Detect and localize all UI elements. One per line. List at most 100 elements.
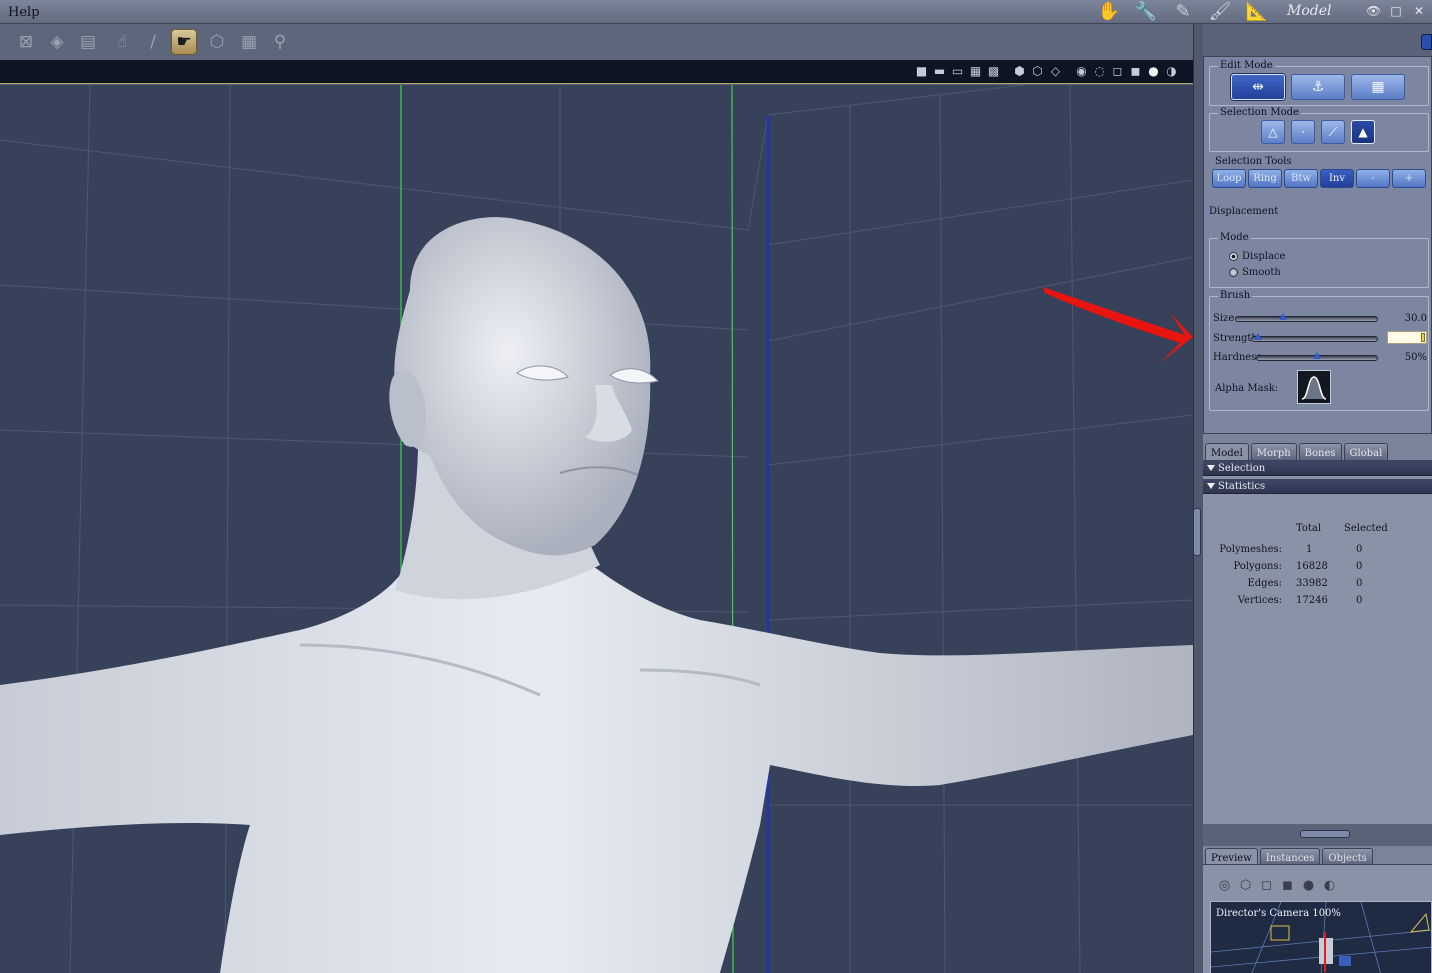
strength-slider-thumb[interactable] bbox=[1254, 333, 1263, 340]
size-slider-thumb[interactable] bbox=[1278, 313, 1287, 320]
panel-collapse-button[interactable] bbox=[1421, 34, 1432, 50]
brush-icon[interactable]: 🖌 bbox=[1205, 1, 1235, 23]
preview-viewport[interactable]: Director's Camera 100% bbox=[1210, 901, 1432, 973]
hand-icon[interactable]: ✋ bbox=[1094, 1, 1124, 23]
dial-icon[interactable]: ⚲ bbox=[268, 30, 292, 54]
strength-value-field[interactable] bbox=[1387, 331, 1427, 344]
ghost-select-icon[interactable]: ⚓ bbox=[1291, 74, 1345, 100]
smooth-radio[interactable] bbox=[1229, 268, 1238, 277]
stat-row-vertices: Vertices: 17246 0 bbox=[1203, 595, 1432, 609]
panel-divider[interactable] bbox=[1203, 824, 1432, 846]
preview-bounding-icon[interactable]: ◎ bbox=[1216, 877, 1233, 894]
stat-selected-header: Selected bbox=[1344, 523, 1388, 534]
displace-label: Displace bbox=[1242, 251, 1286, 262]
layout-grid-icon[interactable]: ▩ bbox=[986, 64, 1001, 79]
clipboard-icon[interactable]: ▤ bbox=[76, 30, 100, 54]
grid-icon[interactable]: ▦ bbox=[237, 30, 261, 54]
stat-selected: 0 bbox=[1356, 578, 1363, 589]
displacement-label: Displacement bbox=[1209, 206, 1279, 217]
select-icon[interactable]: ⊠ bbox=[14, 30, 38, 54]
selection-mode-group: Selection Mode △ · ⟋ ▲ bbox=[1209, 107, 1429, 152]
layout-two-icon[interactable]: ▬ bbox=[932, 64, 947, 79]
alpha-falloff-icon bbox=[1301, 376, 1327, 400]
invert-button[interactable]: Inv bbox=[1320, 169, 1354, 188]
cartoon-icon[interactable]: ◉ bbox=[1074, 64, 1089, 79]
hidden-line-icon[interactable]: ◇ bbox=[1048, 64, 1063, 79]
menu-help[interactable]: Help bbox=[8, 5, 40, 20]
pen-icon[interactable]: ∕ bbox=[141, 30, 165, 54]
smooth-option[interactable]: Smooth bbox=[1229, 267, 1281, 278]
flat-icon[interactable]: ◻ bbox=[1110, 64, 1125, 79]
stat-label: Edges: bbox=[1247, 578, 1282, 589]
vertex-icon[interactable]: · bbox=[1291, 120, 1315, 144]
smooth-icon[interactable]: ◼ bbox=[1128, 64, 1143, 79]
maximize-icon[interactable]: □ bbox=[1389, 4, 1403, 18]
brush-label: Brush bbox=[1218, 290, 1253, 301]
statistics-section-header[interactable]: Statistics bbox=[1203, 479, 1432, 494]
tab-morph[interactable]: Morph bbox=[1250, 443, 1297, 461]
stat-total: 17246 bbox=[1296, 595, 1328, 606]
between-button[interactable]: Btw bbox=[1284, 169, 1318, 188]
pose-icon[interactable]: ☛ bbox=[172, 30, 196, 54]
panel-splitter[interactable] bbox=[1193, 24, 1203, 973]
hardness-label: Hardness bbox=[1213, 352, 1262, 363]
grow-button[interactable]: + bbox=[1392, 169, 1426, 188]
layout-single-icon[interactable]: ■ bbox=[914, 64, 929, 79]
hardness-slider-thumb[interactable] bbox=[1313, 352, 1321, 359]
property-panel: Edit Mode ⇹ ⚓ ▦ Selection Mode △ · ⟋ ▲ S… bbox=[1203, 24, 1432, 973]
cube-icon[interactable]: ◈ bbox=[45, 30, 69, 54]
brush-group: Brush Size 30.0 Strength Hardness 50% Al… bbox=[1209, 290, 1429, 411]
ruler-icon[interactable]: 📐 bbox=[1242, 1, 1272, 23]
strength-slider-row: Strength bbox=[1213, 331, 1427, 346]
preview-texture-icon[interactable]: ◐ bbox=[1321, 877, 1338, 894]
size-slider-row: Size 30.0 bbox=[1213, 312, 1427, 326]
viewport-display-controls: ■ ▬ ▭ ▦ ▩ ⬢ ⬡ ◇ ◉ ◌ ◻ ◼ ● ◑ bbox=[914, 64, 1179, 79]
loop-button[interactable]: Loop bbox=[1212, 169, 1246, 188]
figure-model bbox=[0, 217, 1193, 973]
wireframe-icon[interactable]: ◌ bbox=[1092, 64, 1107, 79]
selection-tools-label: Selection Tools bbox=[1215, 156, 1292, 167]
divider-handle[interactable] bbox=[1300, 830, 1350, 838]
hardness-slider[interactable] bbox=[1256, 352, 1378, 361]
eye-icon[interactable]: 👁 bbox=[1366, 4, 1381, 18]
edge-icon[interactable]: ⟋ bbox=[1321, 120, 1345, 144]
shaded-sphere-icon[interactable]: ◑ bbox=[1164, 64, 1179, 79]
strength-slider[interactable] bbox=[1251, 333, 1378, 342]
tab-global[interactable]: Global bbox=[1343, 443, 1389, 461]
polygon-icon[interactable]: △ bbox=[1261, 120, 1285, 144]
preview-smooth-icon[interactable]: ◼ bbox=[1279, 877, 1296, 894]
lit-wire-icon[interactable]: ⬡ bbox=[1030, 64, 1045, 79]
3d-viewport[interactable] bbox=[0, 85, 1193, 973]
strength-edit-cursor bbox=[1421, 333, 1425, 342]
viewport-scene bbox=[0, 85, 1193, 973]
preview-wire-icon[interactable]: ⬡ bbox=[1237, 877, 1254, 894]
splitter-handle[interactable] bbox=[1193, 508, 1201, 556]
layout-four-icon[interactable]: ▦ bbox=[968, 64, 983, 79]
selection-section-header[interactable]: Selection bbox=[1203, 461, 1432, 476]
ring-button[interactable]: Ring bbox=[1248, 169, 1282, 188]
tab-model[interactable]: Model bbox=[1205, 443, 1249, 461]
model-info-panel: Selection Statistics Total Selected Poly… bbox=[1203, 460, 1432, 824]
stat-label: Polygons: bbox=[1233, 561, 1282, 572]
shrink-button[interactable]: - bbox=[1356, 169, 1390, 188]
preview-flat-icon[interactable]: ◻ bbox=[1258, 877, 1275, 894]
pencil-icon[interactable]: ✎ bbox=[1168, 1, 1198, 23]
displace-option[interactable]: Displace bbox=[1229, 251, 1285, 262]
hand-tool-icon[interactable]: ☝ bbox=[110, 30, 134, 54]
stat-label: Vertices: bbox=[1237, 595, 1282, 606]
texture-icon[interactable]: ● bbox=[1146, 64, 1161, 79]
size-slider[interactable] bbox=[1235, 313, 1378, 322]
displace-radio[interactable] bbox=[1229, 252, 1238, 261]
morph-icon[interactable]: ⬡ bbox=[205, 30, 229, 54]
wrap-icon[interactable]: ▦ bbox=[1351, 74, 1405, 100]
close-icon[interactable]: ✕ bbox=[1412, 4, 1426, 18]
face-icon[interactable]: ▲ bbox=[1351, 120, 1375, 144]
preview-shaded-icon[interactable]: ● bbox=[1300, 877, 1317, 894]
wrench-icon[interactable]: 🔧 bbox=[1131, 1, 1161, 23]
move-select-icon[interactable]: ⇹ bbox=[1231, 74, 1285, 100]
tab-bones[interactable]: Bones bbox=[1298, 443, 1342, 461]
hardness-slider-row: Hardness 50% bbox=[1213, 351, 1427, 365]
layout-three-icon[interactable]: ▭ bbox=[950, 64, 965, 79]
alpha-mask-swatch[interactable] bbox=[1297, 370, 1331, 404]
bounding-box-icon[interactable]: ⬢ bbox=[1012, 64, 1027, 79]
